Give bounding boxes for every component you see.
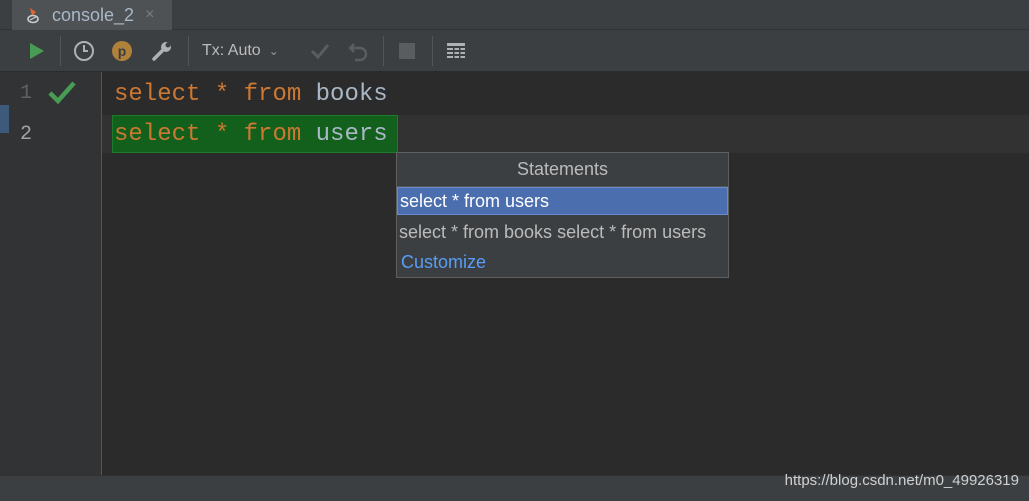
line-number-2: 2 [20,123,33,146]
console-icon [27,8,39,24]
chevron-down-icon: ⌄ [268,44,279,58]
tab-console-2[interactable]: console_2 × [12,0,172,30]
statements-popup: Statements select * from users select * … [396,152,729,278]
rollback-button[interactable] [344,30,372,72]
side-panel-marker [0,105,9,133]
code-line-2[interactable]: select * from users [114,120,388,150]
table-icon [447,43,465,58]
popup-title: Statements [397,153,728,187]
watermark: https://blog.csdn.net/m0_49926319 [784,472,1019,489]
undo-icon [348,43,368,62]
sql-keyword: select [114,81,201,108]
tab-label: console_2 [52,4,135,25]
toolbar-divider [60,36,61,66]
sql-table-name: users [315,121,388,148]
stop-button[interactable] [393,30,421,72]
explain-plan-button[interactable]: p [108,30,136,72]
toolbar-divider [383,36,384,66]
output-table-button[interactable] [442,30,470,72]
line-number-1: 1 [20,82,33,105]
customize-link[interactable]: Customize [397,248,728,276]
statement-option[interactable]: select * from books select * from users [397,218,728,246]
sql-keyword: from [243,81,302,108]
plan-label: p [117,43,127,59]
transaction-mode-dropdown[interactable]: Tx: Auto ⌄ [202,30,294,72]
sql-wildcard: * [214,121,230,148]
statement-option-selected[interactable]: select * from users [397,187,728,215]
play-icon [30,43,44,59]
tab-bar: console_2 × [0,0,1029,30]
history-button[interactable] [70,30,98,72]
clock-icon [74,41,94,61]
toolbar: p Tx: Auto ⌄ [0,30,1029,72]
line-gutter [0,72,102,475]
settings-button[interactable] [148,30,176,72]
check-icon [48,81,76,105]
run-button[interactable] [22,30,50,72]
sql-keyword: select [114,121,201,148]
stop-icon [399,43,415,59]
close-icon[interactable]: × [145,6,154,24]
tx-label: Tx: Auto [202,42,261,59]
toolbar-divider [432,36,433,66]
code-line-1[interactable]: select * from books [114,80,388,110]
sql-table-name: books [315,81,388,108]
sql-wildcard: * [214,81,230,108]
check-icon [310,44,330,60]
wrench-icon [152,42,171,61]
toolbar-divider [188,36,189,66]
sql-keyword: from [243,121,302,148]
commit-button[interactable] [306,30,334,72]
